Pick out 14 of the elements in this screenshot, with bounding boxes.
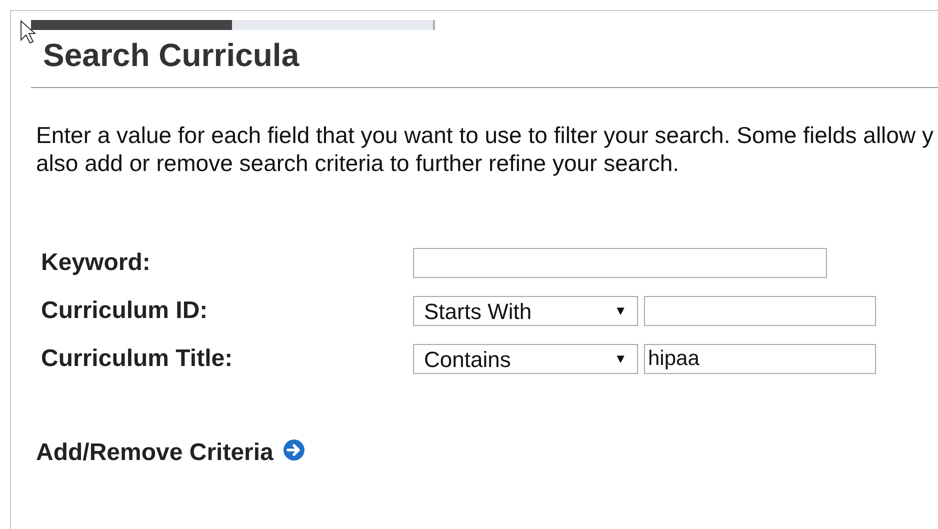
value-input[interactable]: hipaa: [644, 344, 876, 374]
cursor-icon: [20, 20, 36, 44]
operator-dropdown[interactable]: Contains ▼: [413, 344, 638, 374]
instruction-text: also add or remove search criteria to further refine your search.: [36, 149, 680, 177]
field-label: Curriculum Title:: [41, 344, 234, 374]
operator-dropdown[interactable]: Starts With ▼: [413, 296, 638, 326]
arrow-right-icon[interactable]: [283, 439, 306, 461]
value-input[interactable]: [644, 296, 876, 326]
field-label: Keyword:: [41, 248, 152, 278]
instruction-text: Enter a value for each field that you want to use to filter your search. Some fields allow y: [36, 121, 934, 149]
page-title: Search Curricula: [43, 36, 300, 74]
keyword-input[interactable]: [413, 248, 827, 278]
criteria-link[interactable]: Add/Remove Criteria: [36, 435, 274, 471]
field-label: Curriculum ID:: [41, 296, 209, 326]
